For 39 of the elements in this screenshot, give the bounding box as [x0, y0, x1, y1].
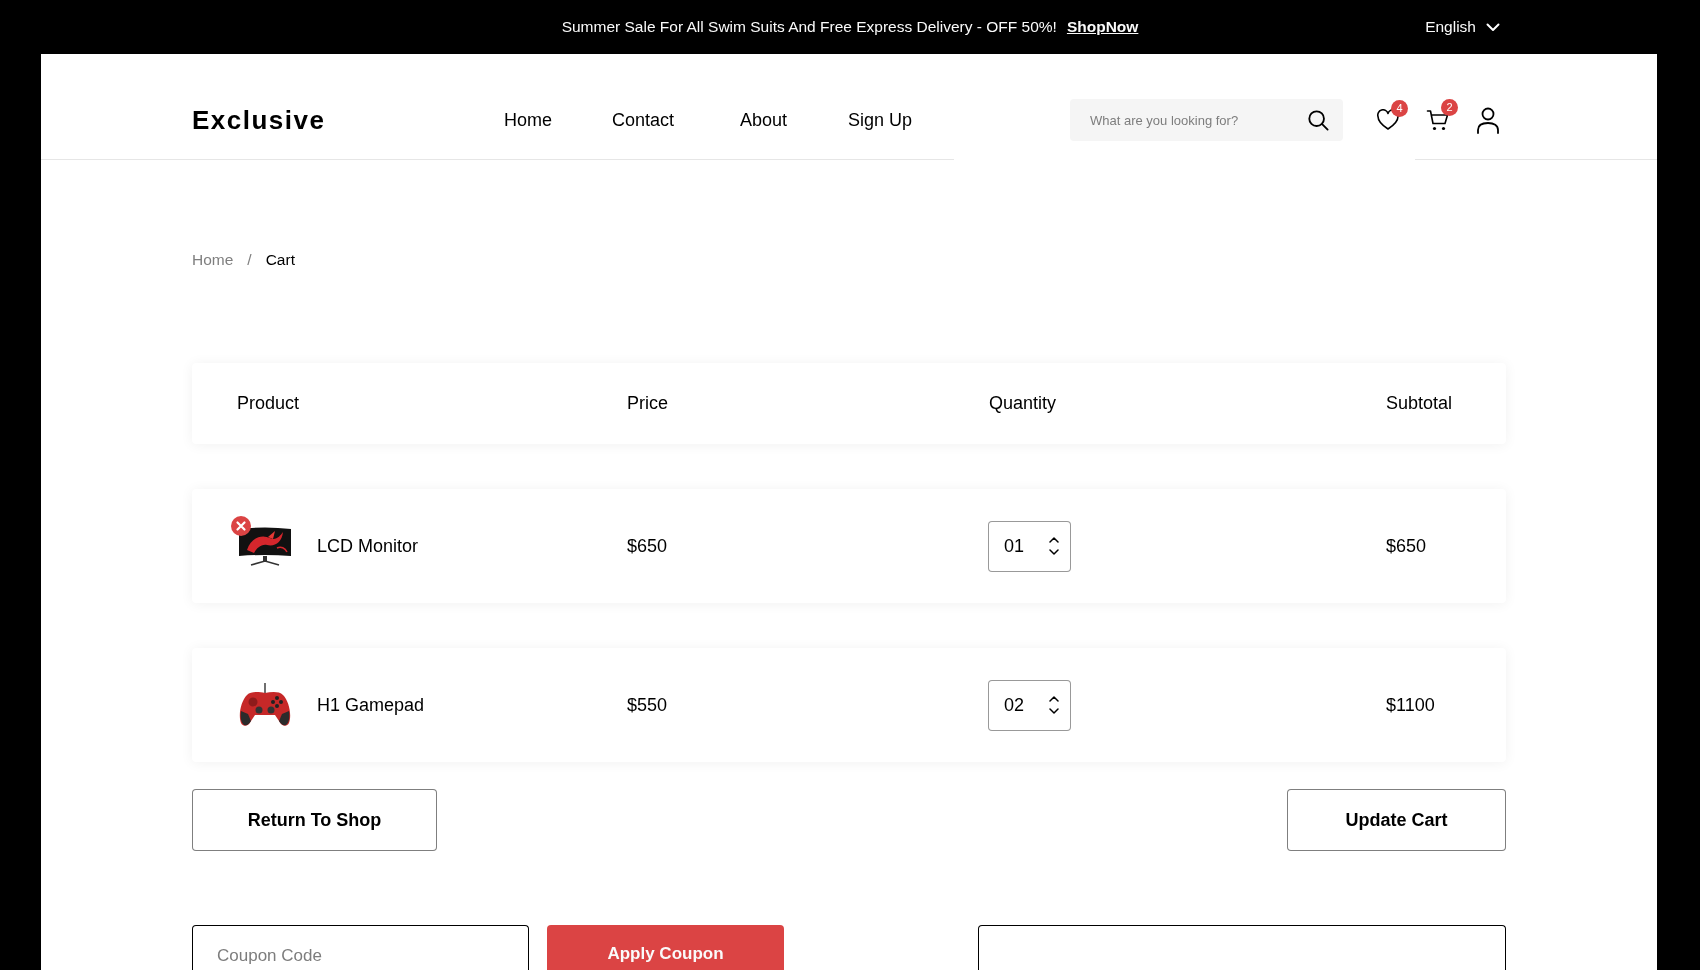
nav-link[interactable]: About — [740, 106, 848, 134]
language-dropdown[interactable]: English — [1425, 15, 1500, 39]
promo-text: Summer Sale For All Swim Suits And Free Express Delivery - OFF 50%! — [561, 17, 1057, 38]
search-icon[interactable] — [1307, 109, 1329, 131]
apply-coupon-button[interactable]: Apply Coupon — [547, 925, 784, 970]
column-header: Quantity — [989, 392, 1058, 415]
user-icon[interactable] — [1476, 106, 1500, 134]
column-header: Product — [237, 392, 301, 415]
monitor-drawing — [237, 526, 293, 566]
logo[interactable]: Exclusive — [192, 104, 504, 136]
unit-price: $550 — [627, 693, 669, 717]
remove-icon[interactable] — [231, 516, 251, 536]
nav-link[interactable]: Contact — [612, 106, 740, 134]
chevron-up-icon[interactable] — [1049, 537, 1059, 543]
unit-price: $650 — [627, 534, 669, 558]
shop-now-link[interactable]: ShopNow — [1066, 15, 1139, 39]
product-name: H1 Gamepad — [317, 693, 425, 717]
update-cart-button[interactable]: Update Cart — [1287, 789, 1506, 851]
nav-link[interactable]: Home — [504, 106, 612, 134]
cart-count: 2 — [1441, 99, 1458, 116]
nav-link[interactable]: Sign Up — [848, 106, 913, 134]
coupon-field[interactable]: Coupon Code — [192, 925, 529, 970]
subtotal-amount: $650 — [1386, 534, 1428, 558]
chevron-up-icon[interactable] — [1049, 696, 1059, 702]
breadcrumb-link[interactable]: Home — [192, 249, 234, 271]
quantity-field[interactable]: 01 — [988, 520, 1071, 572]
wishlist-count: 4 — [1391, 100, 1408, 117]
chevron-down-icon[interactable] — [1049, 549, 1059, 555]
breadcrumb-separator: / — [247, 250, 252, 270]
breadcrumb-current: Cart — [265, 250, 295, 270]
return-to-shop-button[interactable]: Return To Shop — [192, 789, 437, 851]
column-header: Price — [627, 392, 669, 415]
search-field[interactable]: What are you looking for? — [1070, 99, 1343, 141]
column-header: Subtotal — [1386, 392, 1454, 415]
product-name: LCD Monitor — [317, 534, 419, 558]
chevron-down-icon[interactable] — [1049, 708, 1059, 714]
gamepad-drawing — [237, 681, 293, 729]
subtotal-amount: $1100 — [1386, 693, 1436, 717]
quantity-field[interactable]: 02 — [988, 679, 1071, 731]
